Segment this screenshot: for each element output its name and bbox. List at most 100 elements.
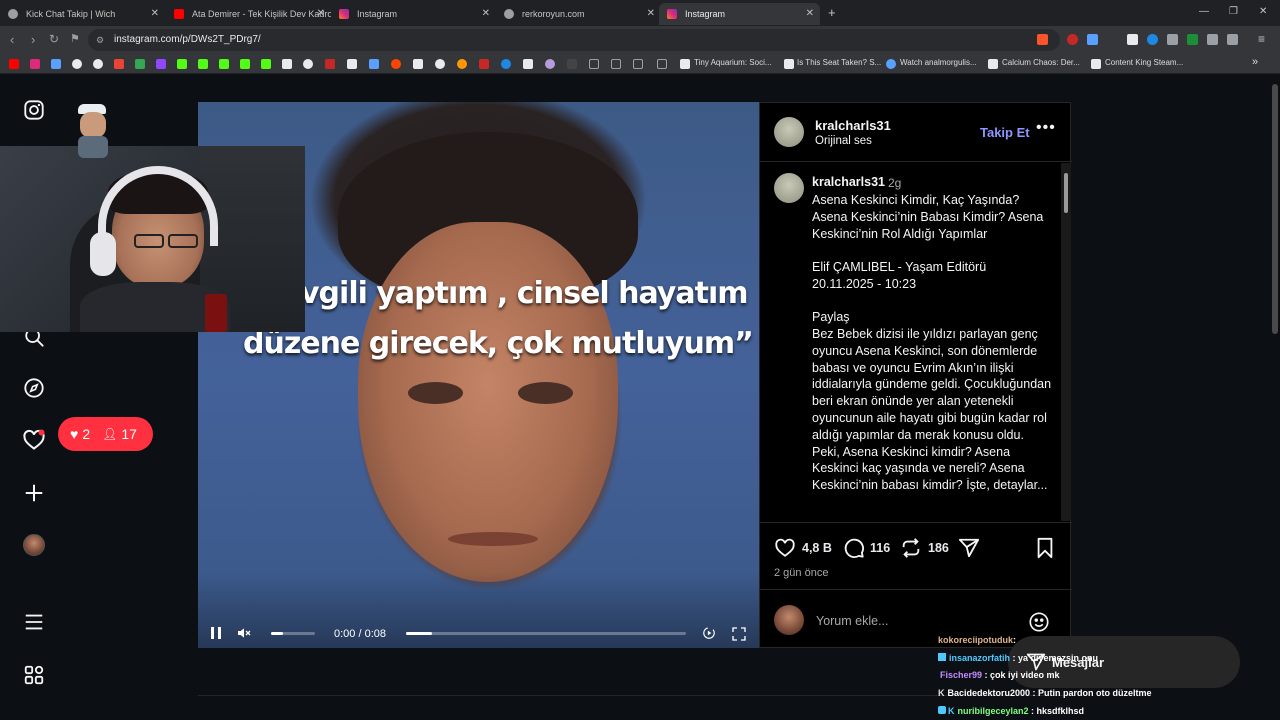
bookmark-label[interactable]: Calcium Chaos: Der... [1002, 58, 1080, 67]
bookmark-icon[interactable] [523, 59, 533, 69]
bookmark-icon[interactable] [261, 59, 271, 69]
close-icon[interactable]: ✕ [482, 8, 490, 19]
create-plus-icon[interactable] [20, 479, 48, 507]
folder-icon[interactable] [633, 59, 643, 69]
menu-icon[interactable]: ≡ [1258, 32, 1265, 46]
tab-kick-chat[interactable]: Kick Chat Takip | Wich ✕ [0, 3, 165, 25]
bookmark-star-icon[interactable]: ⚑ [70, 32, 80, 45]
bookmark-icon[interactable] [413, 59, 423, 69]
site-info-icon[interactable]: ⚙ [96, 29, 104, 51]
youtube-bookmark-icon[interactable] [9, 59, 19, 69]
follow-button[interactable]: Takip Et [980, 125, 1030, 140]
steam-bookmark-icon[interactable] [1091, 59, 1101, 69]
bookmark-icon[interactable] [303, 59, 313, 69]
post-audio[interactable]: Orijinal ses [815, 135, 872, 147]
folder-icon[interactable] [589, 59, 599, 69]
likes-count[interactable]: 4,8 B [802, 541, 832, 555]
comment-input[interactable]: Yorum ekle... [816, 614, 889, 628]
kick-bookmark-icon[interactable] [219, 59, 229, 69]
bookmark-icon[interactable] [72, 59, 82, 69]
current-user-avatar[interactable] [774, 605, 804, 635]
bookmark-icon[interactable] [479, 59, 489, 69]
kick-bookmark-icon[interactable] [198, 59, 208, 69]
instagram-logo-icon[interactable] [20, 96, 48, 124]
close-icon[interactable]: ✕ [647, 8, 655, 19]
minimize-icon[interactable]: — [1199, 6, 1209, 17]
more-menu-icon[interactable] [20, 608, 48, 636]
pause-icon[interactable] [210, 626, 222, 640]
bookmark-icon[interactable] [457, 59, 467, 69]
video-progress-bar[interactable] [406, 632, 686, 635]
bookmark-icon[interactable] [51, 59, 61, 69]
also-from-meta-icon[interactable] [20, 661, 48, 689]
maximize-icon[interactable]: ❐ [1229, 6, 1238, 17]
more-bookmarks-icon[interactable]: » [1252, 56, 1258, 68]
playback-speed-icon[interactable] [702, 626, 716, 640]
sidebar-icon[interactable] [1227, 34, 1238, 45]
fullscreen-icon[interactable] [731, 626, 747, 642]
drive-bookmark-icon[interactable] [135, 59, 145, 69]
folder-icon[interactable] [657, 59, 667, 69]
new-tab-plus-icon[interactable]: + [828, 5, 836, 20]
window-close-icon[interactable]: ✕ [1259, 6, 1267, 17]
kick-bookmark-icon[interactable] [177, 59, 187, 69]
extension-icon[interactable] [1087, 34, 1098, 45]
bookmark-icon[interactable] [240, 59, 250, 69]
bookmark-icon[interactable] [435, 59, 445, 69]
bookmark-icon[interactable] [886, 59, 896, 69]
like-icon[interactable] [774, 537, 796, 559]
extension-icon[interactable] [1127, 34, 1138, 45]
bookmark-icon[interactable] [325, 59, 335, 69]
gmail-bookmark-icon[interactable] [114, 59, 124, 69]
bookmark-icon[interactable] [567, 59, 577, 69]
bookmark-icon[interactable] [282, 59, 292, 69]
twitch-bookmark-icon[interactable] [156, 59, 166, 69]
caption-scrollbar[interactable] [1061, 163, 1071, 521]
extensions-puzzle-icon[interactable] [1207, 34, 1218, 45]
extension-icon[interactable] [1067, 34, 1078, 45]
x-bookmark-icon[interactable] [347, 59, 357, 69]
tab-ata-demirer[interactable]: Ata Demirer - Tek Kişilik Dev Kadro 2 ✕ [166, 3, 331, 25]
mute-icon[interactable] [236, 625, 252, 641]
close-icon[interactable]: ✕ [806, 8, 814, 19]
caption-author-avatar[interactable] [774, 173, 804, 203]
reposts-count[interactable]: 186 [928, 541, 949, 555]
volume-slider[interactable] [271, 632, 315, 635]
emoji-icon[interactable] [1028, 611, 1050, 633]
folder-icon[interactable] [611, 59, 621, 69]
steam-bookmark-icon[interactable] [784, 59, 794, 69]
reload-icon[interactable]: ↻ [49, 32, 59, 46]
comments-count[interactable]: 116 [870, 541, 890, 555]
extension-icon[interactable] [1167, 34, 1178, 45]
bookmark-icon[interactable] [501, 59, 511, 69]
bookmark-label[interactable]: Is This Seat Taken? S... [797, 58, 881, 67]
steam-bookmark-icon[interactable] [680, 59, 690, 69]
back-icon[interactable]: ‹ [10, 32, 14, 47]
close-icon[interactable]: ✕ [151, 8, 159, 19]
post-author-avatar[interactable] [774, 117, 804, 147]
bookmark-icon[interactable] [93, 59, 103, 69]
close-icon[interactable]: ✕ [317, 8, 325, 19]
explore-compass-icon[interactable] [20, 374, 48, 402]
save-bookmark-icon[interactable] [1035, 537, 1055, 559]
extension-icon[interactable] [1187, 34, 1198, 45]
post-username[interactable]: kralcharls31 [815, 118, 891, 133]
profile-avatar[interactable] [20, 531, 48, 559]
forward-icon[interactable]: › [31, 32, 35, 47]
share-icon[interactable] [958, 537, 980, 559]
bookmark-label[interactable]: Watch analmorgulis... [900, 58, 977, 67]
bookmark-label[interactable]: Content King Steam... [1105, 58, 1183, 67]
tab-rerkoroyun[interactable]: rerkoroyun.com ✕ [496, 3, 661, 25]
page-scrollbar[interactable] [1270, 74, 1280, 720]
brave-shield-icon[interactable] [1037, 34, 1048, 45]
bookmark-label[interactable]: Tiny Aquarium: Soci... [694, 58, 772, 67]
bookmark-icon[interactable] [545, 59, 555, 69]
caption-username[interactable]: kralcharls31 [812, 175, 885, 189]
repost-icon[interactable] [900, 537, 922, 559]
reddit-bookmark-icon[interactable] [391, 59, 401, 69]
post-time[interactable]: 2 gün önce [774, 567, 828, 579]
comment-icon[interactable] [843, 537, 865, 559]
instagram-bookmark-icon[interactable] [30, 59, 40, 69]
url-bar[interactable]: ⚙ instagram.com/p/DWs2T_PDrg7/ [88, 29, 1060, 51]
more-options-icon[interactable]: ••• [1036, 119, 1056, 137]
